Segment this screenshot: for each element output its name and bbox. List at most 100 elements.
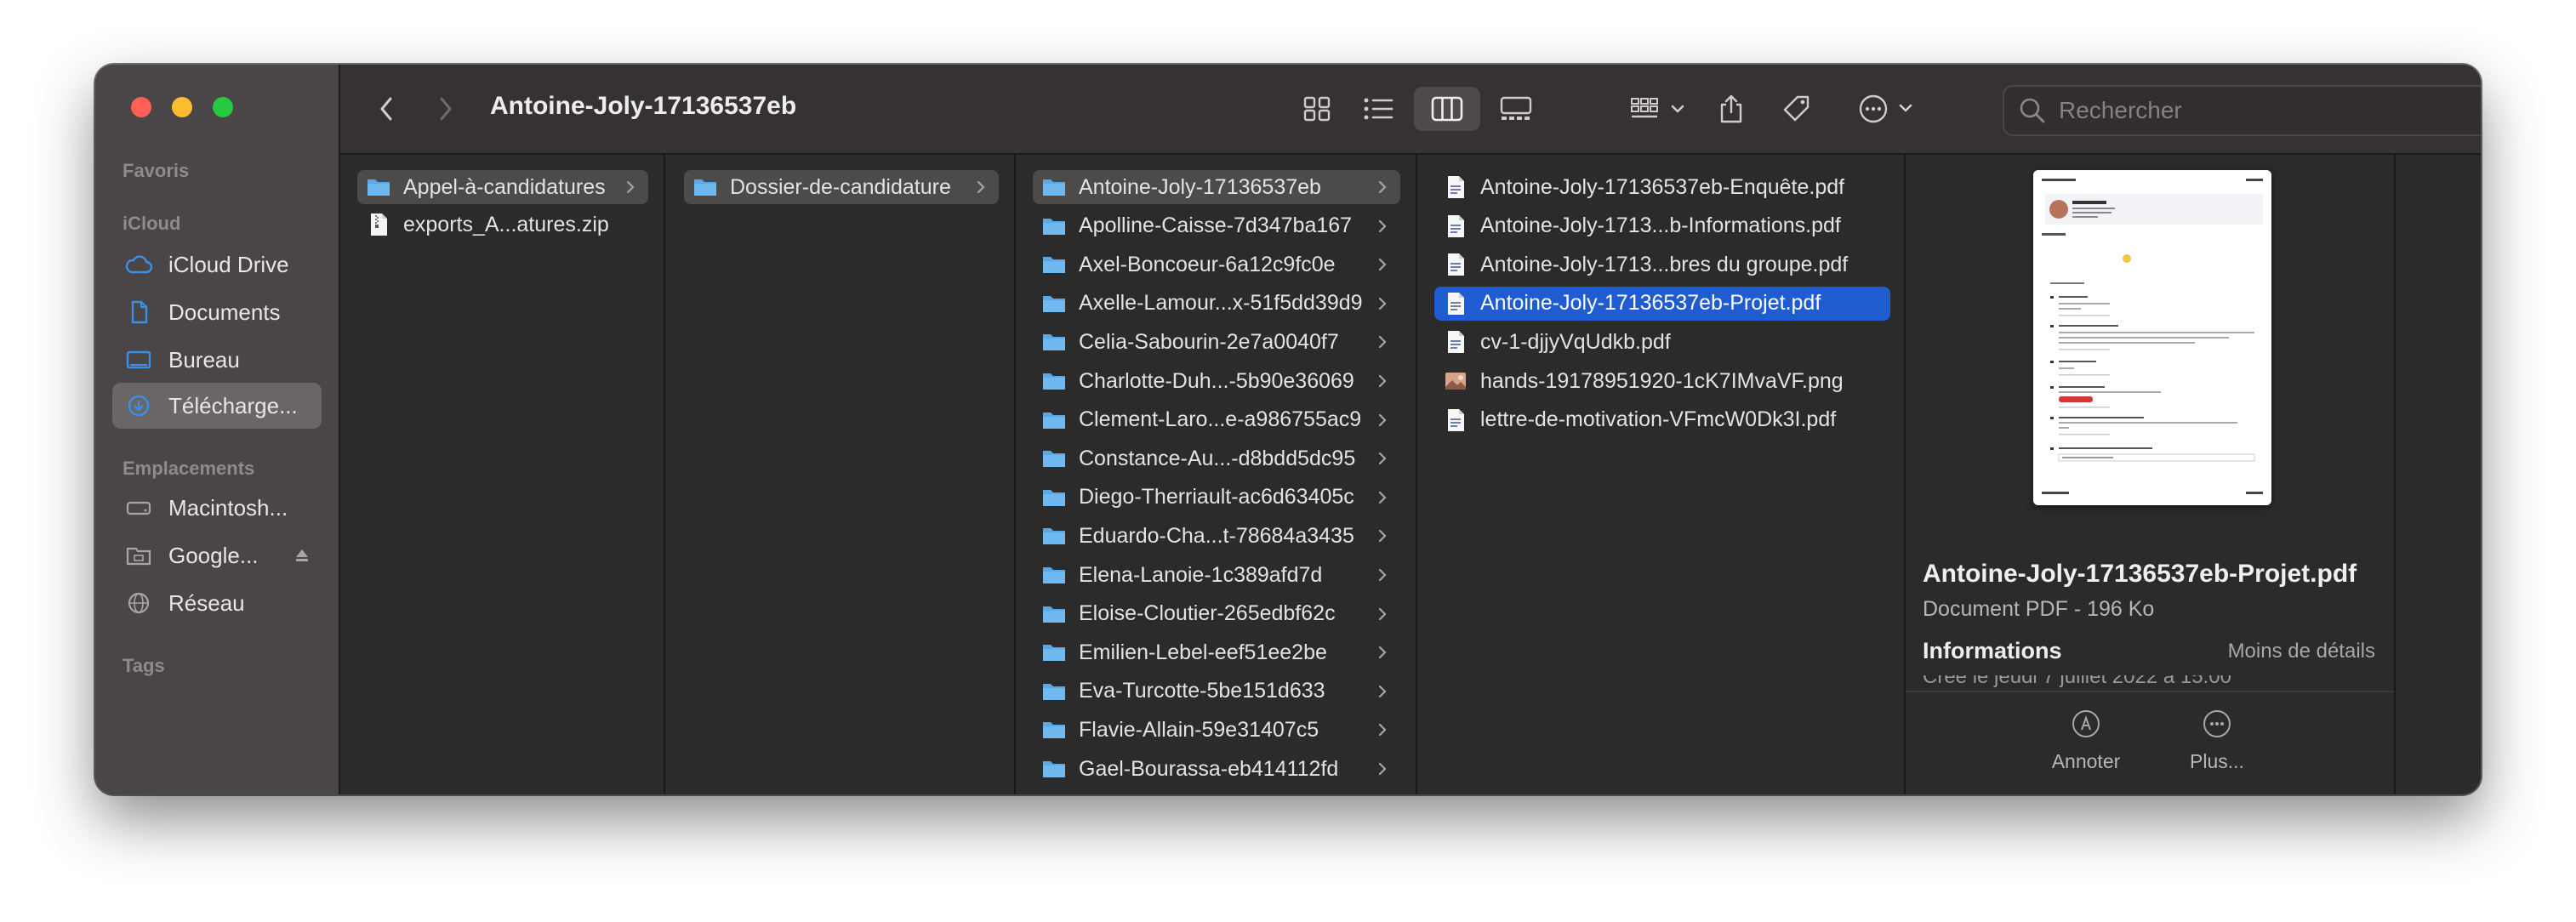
list-item[interactable]: Constance-Au...-d8bdd5dc95: [1033, 441, 1400, 475]
list-item[interactable]: Antoine-Joly-17136537eb-Projet.pdf: [1434, 286, 1890, 321]
list-item[interactable]: Charlotte-Duh...-5b90e36069: [1033, 364, 1400, 398]
item-name: Antoine-Joly-17136537eb-Projet.pdf: [1480, 291, 1821, 316]
item-name: Appel-à-candidatures: [403, 174, 606, 199]
list-item[interactable]: cv-1-djjyVqUdkb.pdf: [1434, 325, 1890, 359]
browser-column-2: Dossier-de-candidature: [665, 155, 1016, 794]
folder-icon: [1043, 606, 1065, 623]
item-name: Diego-Therriault-ac6d63405c: [1079, 485, 1354, 509]
cloud-icon: [123, 252, 155, 277]
list-item[interactable]: Eduardo-Cha...t-78684a3435: [1033, 519, 1400, 553]
columns-icon: [1431, 96, 1463, 122]
chevron-right-icon: [1378, 452, 1387, 465]
item-name: Eva-Turcotte-5be151d633: [1079, 679, 1325, 703]
sidebar-item-google-drive[interactable]: Google...: [112, 532, 322, 578]
sidebar-item-bureau[interactable]: Bureau: [112, 337, 322, 383]
column-view-button[interactable]: [1414, 87, 1480, 131]
folder-icon: [1043, 683, 1065, 700]
sidebar-item-telechargements[interactable]: Télécharge...: [112, 383, 322, 429]
list-item[interactable]: Emilien-Lebel-eef51ee2be: [1033, 635, 1400, 669]
preview-file-name: Antoine-Joly-17136537eb-Projet.pdf: [1923, 560, 2357, 588]
list-item[interactable]: Axelle-Lamour...x-51f5dd39d9: [1033, 287, 1400, 321]
list-item[interactable]: Eloise-Cloutier-265edbf62c: [1033, 597, 1400, 631]
ellipsis-circle-icon: [1859, 94, 1912, 123]
item-name: Elena-Lanoie-1c389afd7d: [1079, 562, 1323, 587]
document-thumbnail[interactable]: [2033, 170, 2271, 505]
empty-column: [2396, 155, 2481, 794]
back-button[interactable]: [369, 90, 403, 128]
list-item[interactable]: Clement-Laro...e-a986755ac9: [1033, 403, 1400, 437]
sidebar-item-macintosh[interactable]: Macintosh...: [112, 485, 322, 531]
sidebar-item-label: Macintosh...: [168, 494, 288, 521]
chevron-right-icon: [440, 97, 452, 121]
maximize-button[interactable]: [213, 97, 233, 117]
list-item[interactable]: Celia-Sabourin-2e7a0040f7: [1033, 325, 1400, 359]
sidebar-item-label: Google...: [168, 542, 259, 568]
list-item[interactable]: exports_A...atures.zip: [357, 208, 648, 242]
list-item[interactable]: Elena-Lanoie-1c389afd7d: [1033, 558, 1400, 592]
group-button[interactable]: [1627, 88, 1695, 129]
toolbar: Antoine-Joly-17136537eb: [340, 65, 2481, 155]
share-button[interactable]: [1710, 87, 1752, 131]
item-name: Flavie-Allain-59e31407c5: [1079, 717, 1319, 742]
list-item[interactable]: Diego-Therriault-ac6d63405c: [1033, 481, 1400, 515]
item-name: Eloise-Cloutier-265edbf62c: [1079, 601, 1336, 626]
search-input[interactable]: [2057, 96, 2481, 125]
chevron-right-icon: [1378, 762, 1387, 776]
sidebar-heading-emplacements: Emplacements: [123, 458, 255, 479]
minimize-button[interactable]: [172, 97, 192, 117]
folder-icon: [1043, 567, 1065, 583]
gallery-view-button[interactable]: [1489, 88, 1543, 129]
sidebar-item-icloud-drive[interactable]: iCloud Drive: [112, 242, 322, 287]
list-item[interactable]: Antoine-Joly-17136537eb: [1033, 170, 1400, 204]
list-view-button[interactable]: [1353, 88, 1404, 129]
folder-icon: [1043, 218, 1065, 235]
chevron-left-icon: [380, 97, 392, 121]
chevron-right-icon: [1378, 530, 1387, 543]
preview-file-kind: Document PDF - 196 Ko: [1923, 597, 2155, 621]
search-field[interactable]: [2003, 85, 2481, 136]
eject-icon[interactable]: [293, 546, 311, 565]
chevron-right-icon: [1378, 180, 1387, 194]
desktop-icon: [123, 347, 155, 373]
list-item[interactable]: Antoine-Joly-17136537eb-Enquête.pdf: [1434, 170, 1890, 204]
close-button[interactable]: [131, 97, 151, 117]
list-item[interactable]: lettre-de-motivation-VFmcW0Dk3I.pdf: [1434, 403, 1890, 437]
preview-metadata-row: Créé le jeudi 7 juillet 2022 à 15:00: [1923, 675, 2382, 687]
grid-icon: [1303, 96, 1331, 122]
folder-icon: [1043, 645, 1065, 662]
list-item[interactable]: Dossier-de-candidature: [684, 170, 999, 204]
document-icon: [123, 299, 155, 325]
sidebar-item-documents[interactable]: Documents: [112, 289, 322, 335]
list-item[interactable]: hands-19178951920-1cK7IMvaVF.png: [1434, 364, 1890, 398]
list-item[interactable]: Flavie-Allain-59e31407c5: [1033, 713, 1400, 747]
item-name: Antoine-Joly-1713...bres du groupe.pdf: [1480, 252, 1849, 276]
sidebar-item-reseau[interactable]: Réseau: [112, 580, 322, 626]
folder-icon: [1043, 412, 1065, 429]
annotate-button[interactable]: Annoter: [2026, 709, 2146, 773]
icon-view-button[interactable]: [1291, 88, 1342, 129]
list-item[interactable]: Apolline-Caisse-7d347ba167: [1033, 209, 1400, 243]
list-item[interactable]: Eva-Turcotte-5be151d633: [1033, 674, 1400, 709]
list-item[interactable]: Appel-à-candidatures: [357, 170, 648, 204]
more-actions-button[interactable]: [1856, 87, 1924, 131]
folder-icon: [1043, 761, 1065, 777]
less-details-link[interactable]: Moins de détails: [2228, 640, 2375, 663]
list-item[interactable]: Antoine-Joly-1713...bres du groupe.pdf: [1434, 248, 1890, 282]
item-name: Emilien-Lebel-eef51ee2be: [1079, 640, 1327, 664]
chevron-right-icon: [1378, 646, 1387, 659]
forward-button[interactable]: [429, 90, 463, 128]
chevron-right-icon: [1378, 685, 1387, 697]
list-item[interactable]: Antoine-Joly-1713...b-Informations.pdf: [1434, 209, 1890, 243]
finder-window: Favoris iCloud iCloud Drive Documents Bu…: [95, 65, 2481, 794]
item-name: Dossier-de-candidature: [730, 174, 951, 199]
globe-icon: [123, 590, 155, 616]
list-item[interactable]: Gael-Bourassa-eb414112fd: [1033, 752, 1400, 786]
more-button[interactable]: Plus...: [2157, 709, 2277, 773]
tag-button[interactable]: [1775, 87, 1819, 131]
list-item[interactable]: Hector-Morel-d21d2e2214: [1033, 791, 1400, 794]
chevron-right-icon: [1378, 297, 1387, 310]
window-title: Antoine-Joly-17136537eb: [490, 92, 797, 120]
list-item[interactable]: Axel-Boncoeur-6a12c9fc0e: [1033, 248, 1400, 282]
folder-icon: [1043, 373, 1065, 390]
folder-icon: [1043, 722, 1065, 739]
